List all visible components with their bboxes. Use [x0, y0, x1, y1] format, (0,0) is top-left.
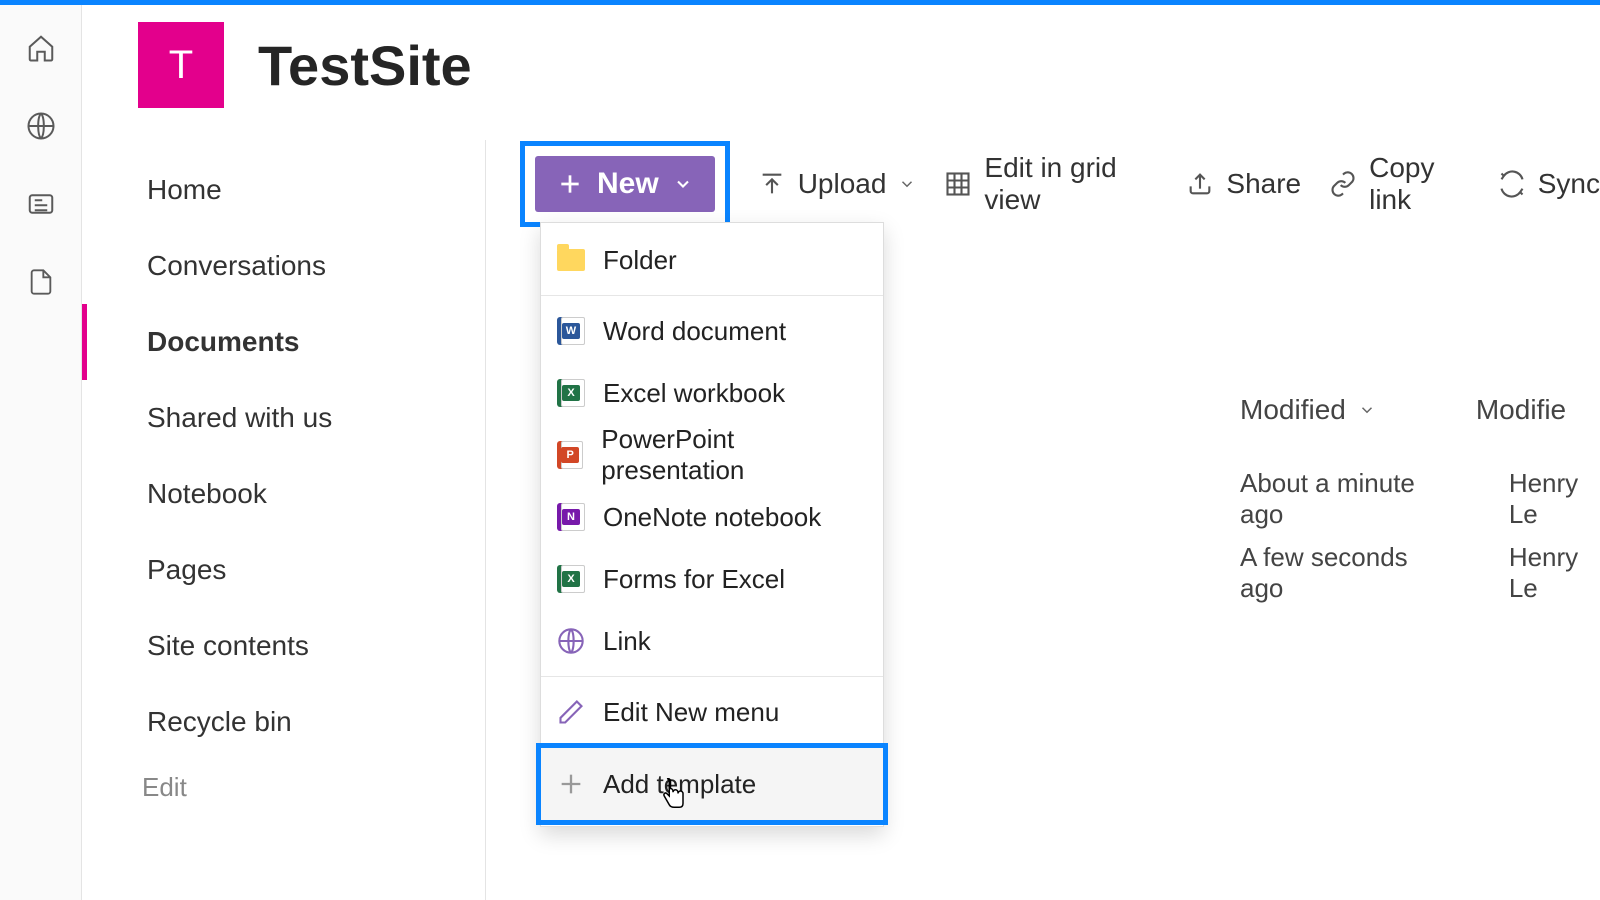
sync-icon	[1498, 170, 1526, 198]
new-dropdown-menu: Folder W Word document X Excel workbook …	[540, 222, 884, 827]
upload-button[interactable]: Upload	[758, 168, 917, 200]
globe-icon	[557, 627, 585, 655]
share-label: Share	[1226, 168, 1301, 200]
menu-editmenu-label: Edit New menu	[603, 697, 779, 728]
menu-link-label: Link	[603, 626, 651, 657]
upload-icon	[758, 170, 786, 198]
chevron-down-icon	[1358, 401, 1376, 419]
menu-item-onenote[interactable]: N OneNote notebook	[541, 486, 883, 548]
nav-edit-link[interactable]: Edit	[82, 772, 485, 803]
menu-excel-label: Excel workbook	[603, 378, 785, 409]
highlight-add-template: Add template	[536, 743, 888, 825]
site-header: T TestSite	[82, 5, 1600, 125]
pencil-icon	[557, 698, 585, 726]
nav-item-home[interactable]: Home	[82, 152, 485, 228]
share-icon	[1186, 170, 1214, 198]
menu-ppt-label: PowerPoint presentation	[601, 424, 867, 486]
copylink-label: Copy link	[1369, 152, 1470, 216]
col-modifiedby-label: Modifie	[1476, 394, 1566, 426]
folder-icon	[557, 249, 585, 271]
new-button-label: New	[597, 167, 659, 201]
onenote-icon: N	[557, 503, 585, 531]
cell-modified: About a minute ago	[1240, 468, 1439, 530]
site-title: TestSite	[258, 33, 472, 98]
grid-view-button[interactable]: Edit in grid view	[944, 152, 1158, 216]
nav-item-sitecontents[interactable]: Site contents	[82, 608, 485, 684]
site-logo[interactable]: T	[138, 22, 224, 108]
powerpoint-icon: P	[557, 441, 583, 469]
col-modifiedby[interactable]: Modifie	[1476, 394, 1566, 426]
command-bar: New Upload Edit in grid view Share Copy …	[520, 152, 1600, 216]
copylink-button[interactable]: Copy link	[1329, 152, 1470, 216]
menu-word-label: Word document	[603, 316, 786, 347]
new-button[interactable]: New	[535, 156, 715, 212]
menu-item-addtemplate[interactable]: Add template	[541, 748, 883, 820]
nav-item-documents[interactable]: Documents	[82, 304, 485, 380]
menu-onenote-label: OneNote notebook	[603, 502, 821, 533]
menu-folder-label: Folder	[603, 245, 677, 276]
chevron-down-icon	[898, 175, 916, 193]
nav-item-recyclebin[interactable]: Recycle bin	[82, 684, 485, 760]
list-column-headers: Modified Modifie	[1240, 394, 1600, 426]
menu-item-folder[interactable]: Folder	[541, 229, 883, 291]
nav-item-shared[interactable]: Shared with us	[82, 380, 485, 456]
globe-icon[interactable]	[26, 111, 56, 141]
grid-label: Edit in grid view	[984, 152, 1158, 216]
share-button[interactable]: Share	[1186, 168, 1301, 200]
col-modified-label: Modified	[1240, 394, 1346, 426]
menu-item-link[interactable]: Link	[541, 610, 883, 672]
menu-item-word[interactable]: W Word document	[541, 300, 883, 362]
plus-icon	[557, 770, 585, 798]
sync-button[interactable]: Sync	[1498, 168, 1600, 200]
excel-icon: X	[557, 379, 585, 407]
chevron-down-icon	[673, 174, 693, 194]
news-icon[interactable]	[26, 189, 56, 219]
nav-item-conversations[interactable]: Conversations	[82, 228, 485, 304]
cell-modified: A few seconds ago	[1240, 542, 1439, 604]
cell-modifiedby: Henry Le	[1509, 542, 1600, 604]
left-vertical-nav: Home Conversations Documents Shared with…	[82, 140, 486, 900]
menu-item-excel[interactable]: X Excel workbook	[541, 362, 883, 424]
menu-forms-label: Forms for Excel	[603, 564, 785, 595]
menu-addtemplate-label: Add template	[603, 769, 756, 800]
word-icon: W	[557, 317, 585, 345]
link-icon	[1329, 170, 1357, 198]
list-rows: About a minute ago Henry Le A few second…	[1240, 462, 1600, 610]
col-modified[interactable]: Modified	[1240, 394, 1376, 426]
list-row[interactable]: About a minute ago Henry Le	[1240, 462, 1600, 536]
nav-item-notebook[interactable]: Notebook	[82, 456, 485, 532]
app-rail	[0, 5, 82, 900]
menu-item-forms[interactable]: X Forms for Excel	[541, 548, 883, 610]
upload-label: Upload	[798, 168, 887, 200]
home-icon[interactable]	[26, 33, 56, 63]
menu-item-powerpoint[interactable]: P PowerPoint presentation	[541, 424, 883, 486]
file-icon[interactable]	[26, 267, 56, 297]
menu-item-editmenu[interactable]: Edit New menu	[541, 681, 883, 743]
nav-item-pages[interactable]: Pages	[82, 532, 485, 608]
sync-label: Sync	[1538, 168, 1600, 200]
cell-modifiedby: Henry Le	[1509, 468, 1600, 530]
list-row[interactable]: A few seconds ago Henry Le	[1240, 536, 1600, 610]
grid-icon	[944, 170, 972, 198]
highlight-new-button: New	[520, 141, 730, 227]
forms-excel-icon: X	[557, 565, 585, 593]
